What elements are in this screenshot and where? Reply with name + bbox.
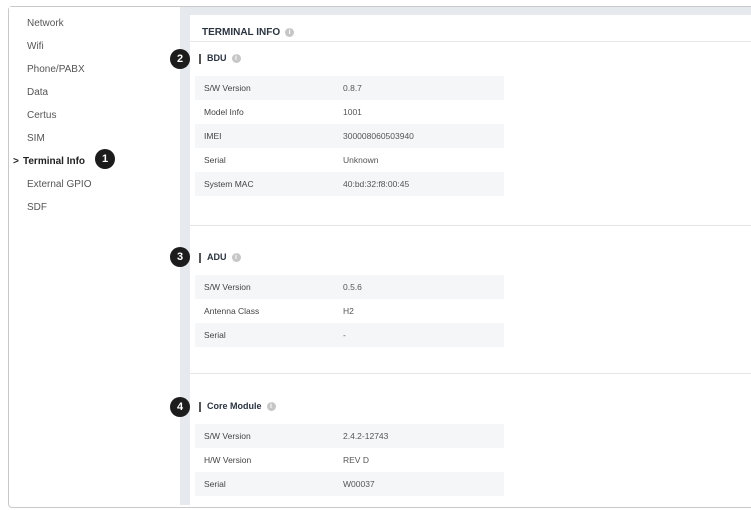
table-row: H/W Version REV D [195, 448, 504, 472]
row-value: - [343, 330, 346, 340]
row-key: IMEI [204, 131, 222, 141]
section-header-core-module: Core Module i [199, 401, 276, 412]
row-value: 1001 [343, 107, 362, 117]
table-row: IMEI 300008060503940 [195, 124, 504, 148]
section-marker [199, 53, 201, 64]
section-marker [199, 401, 201, 412]
section-header-adu: ADU i [199, 252, 241, 263]
callout-badge-4: 4 [170, 397, 190, 417]
section-marker [199, 252, 201, 263]
info-icon[interactable]: i [231, 54, 241, 64]
title-divider [190, 41, 751, 42]
table-row: S/W Version 0.8.7 [195, 76, 504, 100]
info-icon[interactable]: i [266, 402, 276, 412]
table-row: S/W Version 2.4.2-12743 [195, 424, 504, 448]
table-row: Serial Unknown [195, 148, 504, 172]
sidebar-item-label: SDF [27, 202, 47, 213]
row-key: S/W Version [204, 282, 251, 292]
callout-badge-3: 3 [170, 247, 190, 267]
section-title: BDU [207, 53, 227, 63]
sidebar: Network Wifi Phone/PABX Data Certus SIM … [9, 7, 180, 505]
section-title: Core Module [207, 401, 262, 411]
info-icon[interactable]: i [231, 253, 241, 263]
sidebar-item-certus[interactable]: Certus [27, 110, 56, 121]
sidebar-item-label: Certus [27, 110, 57, 121]
chevron-right-icon: > [13, 156, 19, 167]
row-value: H2 [343, 306, 354, 316]
sidebar-item-label: Phone/PABX [27, 64, 85, 75]
table-row: Serial W00037 [195, 472, 504, 496]
sidebar-item-label: Network [27, 18, 64, 29]
row-key: Serial [204, 155, 226, 165]
sidebar-item-network[interactable]: Network [27, 18, 64, 29]
table-row: Model Info 1001 [195, 100, 504, 124]
row-key: H/W Version [204, 455, 252, 465]
adu-info-table: S/W Version 0.5.6 Antenna Class H2 Serial - [195, 275, 504, 347]
table-row: Antenna Class H2 [195, 299, 504, 323]
row-value: REV D [343, 455, 369, 465]
row-key: S/W Version [204, 83, 251, 93]
section-header-bdu: BDU i [199, 53, 241, 64]
callout-badge-2: 2 [170, 49, 190, 69]
row-value: 300008060503940 [343, 131, 414, 141]
sidebar-item-label: SIM [27, 133, 45, 144]
sidebar-item-label: External GPIO [27, 179, 92, 190]
sidebar-item-sdf[interactable]: SDF [27, 202, 47, 213]
section-title: ADU [207, 252, 227, 262]
row-key: Serial [204, 479, 226, 489]
section-divider [190, 225, 751, 226]
row-key: S/W Version [204, 431, 251, 441]
core-module-info-table: S/W Version 2.4.2-12743 H/W Version REV D … [195, 424, 504, 496]
sidebar-item-phone-pabx[interactable]: Phone/PABX [27, 64, 85, 75]
row-value: 0.5.6 [343, 282, 362, 292]
sidebar-item-label: Wifi [27, 41, 44, 52]
row-value: Unknown [343, 155, 379, 165]
row-key: System MAC [204, 179, 254, 189]
row-key: Antenna Class [204, 306, 260, 316]
sidebar-item-label: Data [27, 87, 49, 98]
table-row: System MAC 40:bd:32:f8:00:45 [195, 172, 504, 196]
page-title: TERMINAL INFO i [202, 27, 295, 38]
row-value: 40:bd:32:f8:00:45 [343, 179, 410, 189]
sidebar-item-wifi[interactable]: Wifi [27, 41, 44, 52]
info-icon[interactable]: i [285, 27, 295, 37]
table-row: Serial - [195, 323, 504, 347]
row-key: Serial [204, 330, 226, 340]
section-divider [190, 373, 751, 374]
bdu-info-table: S/W Version 0.8.7 Model Info 1001 IMEI 3000… [195, 76, 504, 196]
row-value: 0.8.7 [343, 83, 362, 93]
sidebar-item-label: Terminal Info [23, 156, 86, 167]
row-key: Model Info [204, 107, 244, 117]
sidebar-item-external-gpio[interactable]: External GPIO [27, 179, 91, 190]
sidebar-item-terminal-info[interactable]: > Terminal Info [13, 156, 85, 167]
row-value: W00037 [343, 479, 375, 489]
row-value: 2.4.2-12743 [343, 431, 389, 441]
table-row: S/W Version 0.5.6 [195, 275, 504, 299]
sidebar-item-sim[interactable]: SIM [27, 133, 45, 144]
page-title-text: TERMINAL INFO [202, 27, 281, 38]
terminal-info-panel: TERMINAL INFO i BDU i S/W Version 0.8.7 Mod… [190, 15, 751, 505]
sidebar-item-data[interactable]: Data [27, 87, 48, 98]
callout-badge-1: 1 [95, 149, 115, 169]
